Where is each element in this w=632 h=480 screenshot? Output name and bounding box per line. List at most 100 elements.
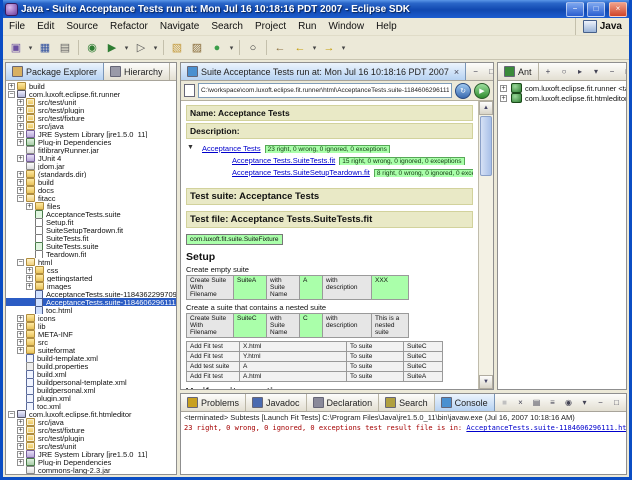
editor-scrollbar[interactable]: ▲ ▼	[478, 101, 493, 389]
new-class-icon[interactable]: ●	[207, 38, 227, 58]
tree-item[interactable]: +AcceptanceTests.suite-1184362299709.htm…	[6, 290, 176, 298]
last-edit-location-icon[interactable]: ←	[270, 38, 290, 58]
tree-item[interactable]: +AcceptanceTests.suite	[6, 210, 176, 218]
collapse-all-icon[interactable]: ▴	[172, 64, 176, 79]
tree-item[interactable]: +JUnit 4	[6, 154, 176, 162]
tree-expander-icon[interactable]: +	[17, 427, 24, 434]
run-icon[interactable]: ▶	[102, 38, 122, 58]
open-console-icon[interactable]: ▾	[577, 395, 592, 410]
tree-item[interactable]: +AcceptanceTests.suite-1184606296111.htm…	[6, 298, 176, 306]
ant-buildfile-item[interactable]: +com.luxoft.eclipse.fit.runner <taskdef …	[498, 83, 626, 93]
tree-expander-icon[interactable]: +	[500, 95, 507, 102]
tree-item[interactable]: +jdom.jar	[6, 162, 176, 170]
maximize-icon[interactable]: □	[609, 395, 624, 410]
tree-item[interactable]: +SuiteTests.fit	[6, 234, 176, 242]
refresh-icon[interactable]: ↻	[455, 83, 471, 99]
tree-item[interactable]: +src/java	[6, 122, 176, 130]
tree-item[interactable]: +(standards.dir)	[6, 170, 176, 178]
tree-expander-icon[interactable]: +	[17, 347, 24, 354]
minimize-icon[interactable]: −	[605, 64, 620, 79]
tree-item[interactable]: +build-template.xml	[6, 354, 176, 362]
tree-item[interactable]: +JRE System Library [jre1.5.0_11]	[6, 130, 176, 138]
tree-expander-icon[interactable]: +	[17, 443, 24, 450]
menu-item-window[interactable]: Window	[322, 20, 370, 33]
tree-item[interactable]: +css	[6, 266, 176, 274]
tree-expander-icon[interactable]: +	[17, 107, 24, 114]
tree-expander-icon[interactable]: +	[17, 451, 24, 458]
tree-item[interactable]: +suiteformat	[6, 346, 176, 354]
test-result-link[interactable]: Acceptance Tests.SuiteSetupTeardown.fit	[232, 168, 370, 177]
tree-expander-icon[interactable]: +	[17, 131, 24, 138]
tree-item[interactable]: +src/test/plugin	[6, 106, 176, 114]
menu-item-file[interactable]: File	[3, 20, 31, 33]
tree-item[interactable]: +build.properties	[6, 362, 176, 370]
new-class-dropdown-icon[interactable]: ▾	[227, 44, 236, 52]
tree-expander-icon[interactable]: +	[17, 187, 24, 194]
tree-item[interactable]: +plugin.xml	[6, 394, 176, 402]
scrollbar-track[interactable]	[479, 115, 493, 375]
test-result-link[interactable]: Acceptance Tests	[202, 144, 261, 153]
tree-item[interactable]: +src/test/fixture	[6, 114, 176, 122]
tree-item[interactable]: −com.luxoft.eclipse.fit.htmleditor	[6, 410, 176, 418]
tree-item[interactable]: +Teardown.fit	[6, 250, 176, 258]
tree-item[interactable]: +build.xml	[6, 370, 176, 378]
tree-item[interactable]: −html	[6, 258, 176, 266]
tree-expander-icon[interactable]: −	[8, 91, 15, 98]
tree-expander-icon[interactable]: +	[17, 99, 24, 106]
external-tools-icon[interactable]: ▷	[131, 38, 151, 58]
maximize-icon[interactable]: □	[484, 64, 493, 79]
tree-item[interactable]: +toc.xml	[6, 402, 176, 410]
package-explorer-tree[interactable]: +build−com.luxoft.eclipse.fit.runner+src…	[6, 81, 176, 474]
maximize-button[interactable]: □	[587, 2, 605, 17]
tab-console[interactable]: Console	[435, 394, 495, 411]
minimize-icon[interactable]: −	[593, 395, 608, 410]
tab-package-explorer[interactable]: Package Explorer	[6, 63, 104, 80]
collapse-triangle-icon[interactable]: ▼	[187, 144, 194, 151]
tree-expander-icon[interactable]: +	[26, 275, 33, 282]
tree-item[interactable]: +Setup.fit	[6, 218, 176, 226]
menu-item-help[interactable]: Help	[370, 20, 403, 33]
tab-hierarchy[interactable]: Hierarchy	[104, 63, 170, 80]
tree-expander-icon[interactable]: −	[17, 259, 24, 266]
tree-expander-icon[interactable]: +	[17, 339, 24, 346]
minimize-icon[interactable]: −	[468, 64, 483, 79]
back-icon[interactable]: ←	[290, 38, 310, 58]
tree-item[interactable]: +Plug-in Dependencies	[6, 458, 176, 466]
save-icon[interactable]: ▦	[35, 38, 55, 58]
tree-expander-icon[interactable]: +	[17, 315, 24, 322]
tree-item[interactable]: +files	[6, 202, 176, 210]
tree-expander-icon[interactable]: +	[17, 123, 24, 130]
tree-expander-icon[interactable]: +	[17, 115, 24, 122]
tree-item[interactable]: +src/test/fixture	[6, 426, 176, 434]
tree-expander-icon[interactable]: +	[26, 203, 33, 210]
tree-item[interactable]: +docs	[6, 186, 176, 194]
tab-declaration[interactable]: Declaration	[307, 394, 380, 411]
print-icon[interactable]: ▤	[55, 38, 75, 58]
tree-item[interactable]: +META-INF	[6, 330, 176, 338]
tree-item[interactable]: −fitacc	[6, 194, 176, 202]
console-result-link[interactable]: AcceptanceTests.suite-1184606296111.html	[466, 424, 626, 432]
tab-javadoc[interactable]: Javadoc	[246, 394, 307, 411]
menu-item-edit[interactable]: Edit	[31, 20, 60, 33]
view-menu-icon[interactable]: ▾	[589, 64, 604, 79]
new-wizard-dropdown-icon[interactable]: ▾	[26, 44, 35, 52]
tree-expander-icon[interactable]: +	[500, 85, 507, 92]
tree-item[interactable]: +buildpersonal-template.xml	[6, 378, 176, 386]
tree-item[interactable]: +build	[6, 178, 176, 186]
tree-expander-icon[interactable]: +	[17, 459, 24, 466]
run-dropdown-icon[interactable]: ▾	[122, 44, 131, 52]
test-result-link[interactable]: Acceptance Tests.SuiteTests.fit	[232, 156, 335, 165]
url-input[interactable]	[198, 83, 452, 98]
tree-item[interactable]: +JRE System Library [jre1.5.0_11]	[6, 450, 176, 458]
tree-expander-icon[interactable]: −	[8, 411, 15, 418]
menu-item-run[interactable]: Run	[292, 20, 322, 33]
forward-icon[interactable]: →	[319, 38, 339, 58]
tree-item[interactable]: +gettingstarted	[6, 274, 176, 282]
minimize-button[interactable]: −	[566, 2, 584, 17]
menu-item-search[interactable]: Search	[205, 20, 249, 33]
tree-expander-icon[interactable]: +	[17, 435, 24, 442]
tree-expander-icon[interactable]: +	[17, 179, 24, 186]
tree-expander-icon[interactable]: +	[8, 83, 15, 90]
tab-suite-acceptance-tests-run[interactable]: Suite Acceptance Tests run at: Mon Jul 1…	[181, 63, 466, 80]
tree-expander-icon[interactable]: +	[17, 323, 24, 330]
